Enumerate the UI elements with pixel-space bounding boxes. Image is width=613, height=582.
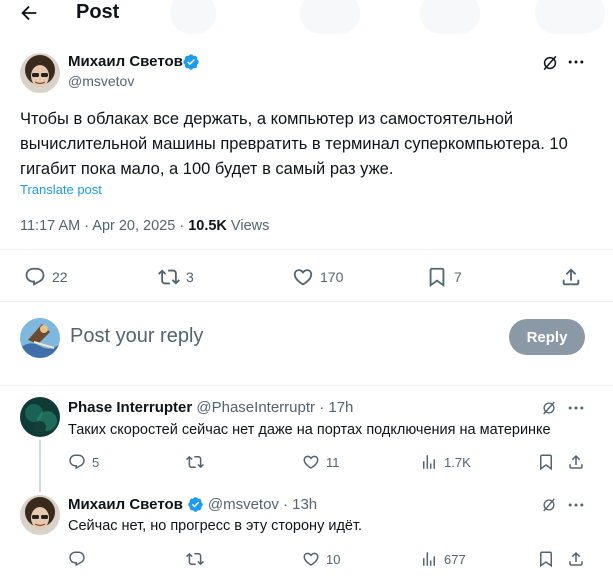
reply-icon <box>69 551 85 567</box>
bookmark-action[interactable] <box>537 550 555 568</box>
views-icon <box>423 552 435 566</box>
post-timestamp[interactable]: 11:17 AM · Apr 20, 2025 · <box>20 218 188 234</box>
views-action[interactable]: 677 <box>420 550 466 568</box>
author-avatar[interactable] <box>20 53 60 93</box>
reply-icon <box>69 454 85 470</box>
repost-icon <box>186 552 204 566</box>
bookmark-icon <box>540 454 552 471</box>
divider <box>0 249 613 250</box>
reply-action[interactable] <box>68 550 92 568</box>
more-options-icon[interactable] <box>566 52 586 72</box>
user-avatar[interactable] <box>20 318 60 358</box>
bookmark-icon <box>429 267 445 288</box>
heart-icon <box>293 269 313 286</box>
reply-avatar[interactable] <box>20 397 60 437</box>
reply-author-name[interactable]: Phase Interrupter <box>68 399 192 416</box>
translate-post-link[interactable]: Translate post <box>20 182 102 197</box>
divider <box>0 385 613 386</box>
views-label: Views <box>226 218 270 234</box>
like-action[interactable]: 11 <box>302 453 340 471</box>
like-count: 170 <box>320 269 344 285</box>
reply-button[interactable]: Reply <box>509 319 585 355</box>
reply-action[interactable]: 5 <box>68 453 99 471</box>
reply-text: Сейчас нет, но прогресс в эту сторону ид… <box>68 518 363 534</box>
thread-connector <box>39 440 41 492</box>
bookmark-action[interactable]: 7 <box>426 266 462 288</box>
header-ghost-1 <box>170 0 216 34</box>
post-author-name[interactable]: Михаил Светов <box>68 53 183 70</box>
reply-time[interactable]: · 17h <box>319 399 353 416</box>
header-ghost-3 <box>420 0 480 34</box>
page-title: Post <box>76 1 120 23</box>
repost-action[interactable]: 3 <box>158 266 194 288</box>
post-meta: 11:17 AM · Apr 20, 2025 · 10.5K Views <box>20 218 269 234</box>
grok-icon[interactable] <box>540 496 558 514</box>
share-action[interactable] <box>567 550 585 568</box>
repost-action[interactable] <box>186 550 210 568</box>
reply-header: Михаил Светов @msvetov · 13h <box>68 496 317 513</box>
views-count: 10.5K <box>188 218 227 234</box>
reply-input[interactable]: Post your reply <box>70 325 203 348</box>
more-options-icon[interactable] <box>566 495 586 515</box>
grok-icon[interactable] <box>540 53 560 73</box>
like-count: 11 <box>326 454 340 470</box>
like-action[interactable]: 170 <box>292 266 343 288</box>
repost-action[interactable] <box>186 453 210 471</box>
reply-icon <box>25 267 45 286</box>
reply-text: Таких скоростей сейчас нет даже на порта… <box>68 422 551 438</box>
post-text: Чтобы в облаках все держать, а компьютер… <box>20 110 568 178</box>
views-action[interactable]: 1.7K <box>420 453 471 471</box>
repost-icon <box>186 455 204 469</box>
grok-icon[interactable] <box>540 399 558 417</box>
reply-count: 22 <box>52 269 68 285</box>
like-action[interactable]: 10 <box>302 550 340 568</box>
reply-time[interactable]: · 13h <box>283 496 317 513</box>
like-count: 10 <box>326 551 341 567</box>
header-ghost-4 <box>535 0 605 34</box>
reply-avatar[interactable] <box>20 495 60 535</box>
share-action[interactable] <box>560 266 582 288</box>
share-icon <box>569 454 583 469</box>
repost-icon <box>158 269 180 285</box>
share-icon <box>569 551 583 566</box>
verified-badge-icon <box>182 53 200 71</box>
views-count: 1.7K <box>444 454 471 470</box>
share-action[interactable] <box>567 453 585 471</box>
post-author-handle[interactable]: @msvetov <box>68 73 134 89</box>
share-icon <box>562 268 580 286</box>
repost-count: 3 <box>186 269 194 285</box>
more-options-icon[interactable] <box>566 398 586 418</box>
views-icon <box>423 455 435 469</box>
header-ghost-2 <box>300 0 360 34</box>
divider <box>0 301 613 302</box>
bookmark-count: 7 <box>454 269 462 285</box>
back-button[interactable] <box>18 2 44 24</box>
heart-icon <box>303 552 319 566</box>
back-arrow-icon <box>21 5 37 21</box>
reply-author-handle[interactable]: @msvetov <box>208 496 279 513</box>
reply-header: Phase Interrupter @PhaseInterruptr · 17h <box>68 399 353 416</box>
reply-count: 5 <box>92 454 100 470</box>
reply-action[interactable]: 22 <box>24 266 68 288</box>
heart-icon <box>303 455 319 469</box>
verified-badge-icon <box>188 497 203 512</box>
views-count: 677 <box>444 551 466 567</box>
bookmark-action[interactable] <box>537 453 555 471</box>
bookmark-icon <box>540 551 552 568</box>
reply-author-name[interactable]: Михаил Светов <box>68 496 183 513</box>
reply-author-handle[interactable]: @PhaseInterruptr <box>196 399 315 416</box>
